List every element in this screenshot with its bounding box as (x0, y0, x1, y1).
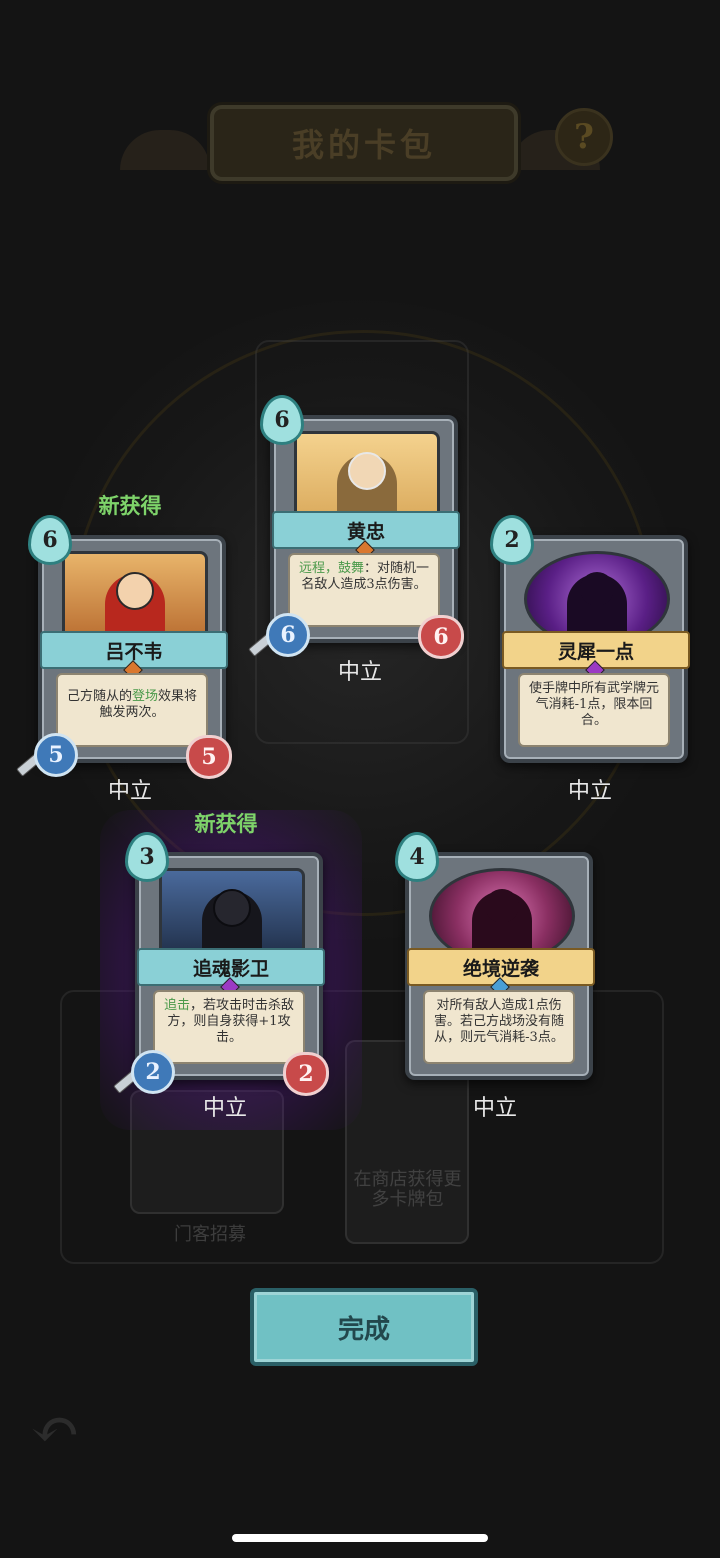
card-attack: 5 (48, 742, 64, 768)
card-zhuihun[interactable]: 追魂影卫 追击，若攻击时击杀敌方，则自身获得+1攻击。 3 2 2 (113, 832, 329, 1096)
card-desc-pre: 己方随从的 (66, 689, 132, 704)
background-shop-text: 在商店获得更多卡牌包 (353, 1169, 462, 1210)
card-attack: 2 (145, 1059, 161, 1085)
attack-badge: 2 (131, 1050, 175, 1094)
attack-badge: 5 (34, 733, 78, 777)
card-description: 追击，若攻击时击杀敌方，则自身获得+1攻击。 (153, 990, 305, 1064)
archer-head (348, 452, 386, 490)
title-cloud-left (120, 130, 210, 170)
heart-icon: 5 (186, 735, 232, 779)
card-cost: 2 (504, 527, 520, 553)
card-health: 5 (201, 744, 217, 770)
card-faction-label: 中立 (337, 660, 382, 685)
card-desc-text: 对所有敌人造成1点伤害。若己方战场没有随从，则元气消耗-3点。 (433, 998, 564, 1045)
card-description: 使手牌中所有武学牌元气消耗-1点，限本回合。 (518, 673, 670, 747)
help-button[interactable]: ? (555, 108, 613, 166)
card-faction-label: 中立 (567, 779, 612, 804)
card-description: 远程，鼓舞：对随机一名敌人造成3点伤害。 (288, 553, 440, 627)
card-cost: 4 (409, 844, 425, 870)
home-indicator[interactable] (232, 1534, 488, 1542)
card-desc-text: 使手牌中所有武学牌元气消耗-1点，限本回合。 (528, 681, 659, 728)
page-title-banner: 我的卡包 (210, 105, 518, 181)
done-button[interactable]: 完成 (250, 1288, 478, 1366)
card-lingxi[interactable]: 灵犀一点 使手牌中所有武学牌元气消耗-1点，限本回合。 2 (490, 515, 690, 763)
card-juejing[interactable]: 绝境逆袭 对所有敌人造成1点伤害。若己方战场没有随从，则元气消耗-3点。 4 (395, 832, 595, 1080)
card-faction-label: 中立 (202, 1096, 247, 1121)
card-faction-label: 中立 (472, 1096, 517, 1121)
card-name: 绝境逆袭 (462, 957, 539, 980)
merchant-head (116, 572, 154, 610)
card-keyword: 登场 (131, 689, 158, 704)
card-name: 灵犀一点 (557, 640, 634, 663)
new-obtained-label: 新获得 (98, 493, 162, 518)
card-keyword: 追击 (163, 998, 190, 1013)
card-keyword: 远程，鼓舞 (298, 561, 364, 576)
background-chest-label: 门客招募 (174, 1224, 246, 1245)
new-obtained-label: 新获得 (194, 811, 258, 836)
ninja-head (213, 889, 251, 927)
card-description: 己方随从的登场效果将触发两次。 (56, 673, 208, 747)
card-name: 吕不韦 (105, 640, 163, 663)
burst-head (485, 889, 519, 923)
card-lvbuwei[interactable]: 吕不韦 己方随从的登场效果将触发两次。 6 5 5 (16, 515, 232, 779)
card-name: 黄忠 (346, 520, 385, 543)
card-cost: 6 (42, 527, 58, 553)
card-attack: 6 (280, 622, 296, 648)
attack-badge: 6 (266, 613, 310, 657)
card-description: 对所有敌人造成1点伤害。若己方战场没有随从，则元气消耗-3点。 (423, 990, 575, 1064)
card-cost: 6 (274, 407, 290, 433)
question-icon: ? (574, 117, 594, 157)
card-health: 2 (298, 1061, 314, 1087)
heart-icon: 6 (418, 615, 464, 659)
card-cost: 3 (139, 844, 155, 870)
card-name: 追魂影卫 (192, 957, 269, 980)
card-faction-label: 中立 (107, 779, 152, 804)
page-title: 我的卡包 (291, 126, 436, 164)
card-health: 6 (433, 624, 449, 650)
silhouette-head (580, 572, 614, 606)
back-arrow-icon[interactable]: ↶ (30, 1400, 100, 1460)
card-huangzhong[interactable]: 黄忠 远程，鼓舞：对随机一名敌人造成3点伤害。 6 6 6 (248, 395, 464, 659)
done-button-label: 完成 (337, 1314, 390, 1345)
heart-icon: 2 (283, 1052, 329, 1096)
